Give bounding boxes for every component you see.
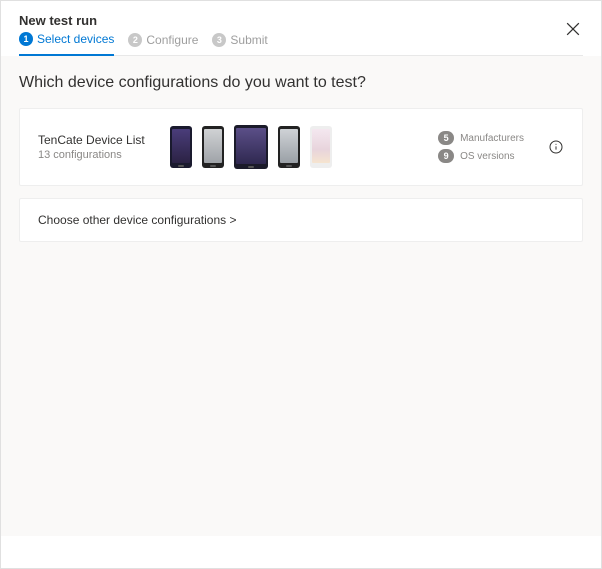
- choose-other-label: Choose other device configurations >: [38, 213, 236, 227]
- step-number: 3: [212, 33, 226, 47]
- device-thumbnail: [170, 126, 192, 168]
- device-list-count: 13 configurations: [38, 149, 158, 161]
- device-thumbnail: [310, 126, 332, 168]
- question-heading: Which device configurations do you want …: [19, 74, 583, 92]
- stat-os-versions: 9 OS versions: [438, 149, 524, 163]
- step-submit[interactable]: 3 Submit: [212, 33, 267, 55]
- stat-pill: 5: [438, 131, 454, 145]
- device-list-info: TenCate Device List 13 configurations: [38, 133, 158, 161]
- step-select-devices[interactable]: 1 Select devices: [19, 32, 114, 56]
- info-button[interactable]: [548, 139, 564, 155]
- info-icon: [548, 139, 564, 155]
- device-thumbnail: [278, 126, 300, 168]
- step-tabs: 1 Select devices 2 Configure 3 Submit: [19, 32, 583, 56]
- content-area: Which device configurations do you want …: [1, 56, 601, 536]
- stat-manufacturers: 5 Manufacturers: [438, 131, 524, 145]
- stat-label: Manufacturers: [460, 133, 524, 144]
- step-label: Select devices: [37, 32, 114, 46]
- step-number: 2: [128, 33, 142, 47]
- device-thumbnail: [234, 125, 268, 169]
- choose-other-configurations[interactable]: Choose other device configurations >: [19, 198, 583, 242]
- device-list-name: TenCate Device List: [38, 133, 158, 147]
- step-configure[interactable]: 2 Configure: [128, 33, 198, 55]
- stat-label: OS versions: [460, 151, 514, 162]
- step-label: Configure: [146, 33, 198, 47]
- device-thumbnail: [202, 126, 224, 168]
- stat-pill: 9: [438, 149, 454, 163]
- step-label: Submit: [230, 33, 267, 47]
- page-title: New test run: [19, 13, 583, 28]
- device-list-card[interactable]: TenCate Device List 13 configurations 5 …: [19, 108, 583, 186]
- device-stats: 5 Manufacturers 9 OS versions: [438, 131, 524, 163]
- step-number: 1: [19, 32, 33, 46]
- device-thumbnails: [170, 125, 426, 169]
